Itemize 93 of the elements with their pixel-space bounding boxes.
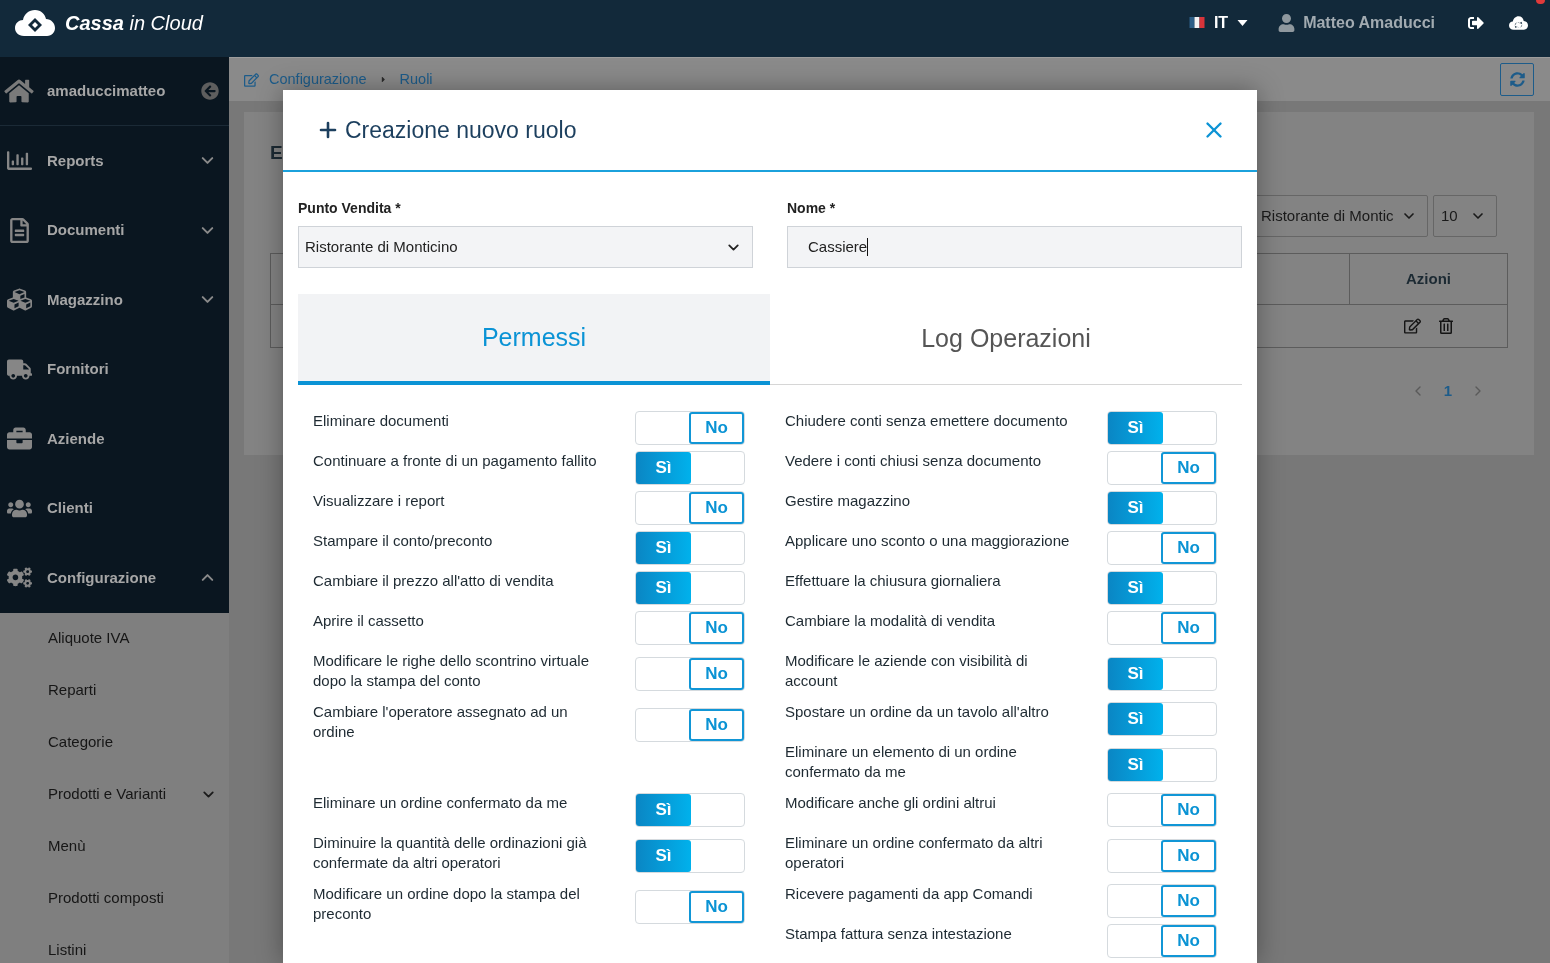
cloud-icon[interactable] xyxy=(1509,15,1528,30)
toggle-switch[interactable]: No xyxy=(635,611,745,645)
toggle-switch[interactable]: Sì xyxy=(635,451,745,485)
submenu-item[interactable]: Prodotti e Varianti xyxy=(0,768,229,821)
permission-label: Stampa fattura senza intestazione xyxy=(785,924,1013,944)
submenu-item[interactable]: Reparti xyxy=(0,664,229,717)
submenu-item[interactable]: Menù xyxy=(0,820,229,873)
toggle-switch[interactable]: Sì xyxy=(1107,411,1217,445)
app-logo-text: Cassa in Cloud xyxy=(65,10,203,36)
permission-label: Spostare un ordine da un tavolo all'altro xyxy=(785,702,1050,722)
breadcrumb-link[interactable]: Configurazione xyxy=(269,68,367,91)
permission-label: Eliminare un ordine confermato da me xyxy=(313,793,569,813)
sidebar-item[interactable]: Fornitori xyxy=(0,334,229,404)
page-title: E xyxy=(270,141,283,165)
toggle-switch[interactable]: No xyxy=(1107,924,1217,958)
submenu-item[interactable]: Categorie xyxy=(0,716,229,769)
toggle-switch[interactable]: Sì xyxy=(1107,571,1217,605)
caret-right-icon xyxy=(380,75,386,84)
submenu-item[interactable]: Aliquote IVA xyxy=(0,612,229,665)
field-label: Punto Vendita * xyxy=(298,199,401,218)
cloud-logo-icon xyxy=(15,8,55,37)
home-icon[interactable] xyxy=(4,78,34,104)
logout-icon[interactable] xyxy=(1467,14,1485,31)
user-icon xyxy=(1278,13,1296,32)
submenu-item[interactable]: Listini xyxy=(0,924,229,963)
permission-label: Diminuire la quantità delle ordinazioni già confermate da altri operatori xyxy=(313,833,588,873)
permission-label: Gestire magazzino xyxy=(785,491,912,511)
permission-label: Stampare il conto/preconto xyxy=(313,531,494,551)
sidebar-item[interactable]: Aziende xyxy=(0,404,229,474)
field-label: Nome * xyxy=(787,199,836,218)
permission-label: Modificare un ordine dopo la stampa del preconto xyxy=(313,884,581,924)
toggle-switch[interactable]: Sì xyxy=(635,793,745,827)
toggle-switch[interactable]: No xyxy=(635,411,745,445)
refresh-icon xyxy=(1509,72,1525,87)
toggle-switch[interactable]: Sì xyxy=(1107,702,1217,736)
language-selector[interactable]: IT xyxy=(1188,10,1249,35)
toggle-switch[interactable]: Sì xyxy=(1107,747,1217,782)
permission-label: Vedere i conti chiusi senza documento xyxy=(785,451,1042,471)
caret-down-icon xyxy=(1237,19,1249,26)
permission-label: Modificare le aziende con visibilità di account xyxy=(785,651,1029,691)
account-name: amaduccimatteo xyxy=(47,80,167,101)
toggle-switch[interactable]: No xyxy=(635,707,745,742)
trash-icon[interactable] xyxy=(1439,318,1453,334)
flag-icon xyxy=(1188,17,1205,28)
tab[interactable]: Permessi xyxy=(298,294,770,385)
sidebar-item[interactable]: Documenti xyxy=(0,195,229,265)
toggle-switch[interactable]: No xyxy=(1107,611,1217,645)
permission-label: Continuare a fronte di un pagamento fallito xyxy=(313,451,598,471)
sidebar-item[interactable]: Reports xyxy=(0,126,229,196)
toggle-switch[interactable]: No xyxy=(635,491,745,525)
toggle-switch[interactable]: No xyxy=(1107,531,1217,565)
permission-label: Visualizzare i report xyxy=(313,491,446,511)
edit-icon[interactable] xyxy=(1404,318,1421,334)
permission-label: Eliminare documenti xyxy=(313,411,450,431)
sidebar-item[interactable]: Magazzino xyxy=(0,265,229,335)
submenu-item[interactable]: Prodotti composti xyxy=(0,872,229,925)
permission-label: Eliminare un ordine confermato da altri operatori xyxy=(785,833,1044,873)
permission-label: Ricevere pagamenti da app Comandi xyxy=(785,884,1034,904)
toggle-switch[interactable]: No xyxy=(635,889,745,924)
permission-label: Modificare anche gli ordini altrui xyxy=(785,793,997,813)
permission-label: Chiudere conti senza emettere documento xyxy=(785,411,1069,431)
toggle-switch[interactable]: No xyxy=(1107,451,1217,485)
toggle-switch[interactable]: No xyxy=(1107,793,1217,827)
toggle-switch[interactable]: No xyxy=(1107,884,1217,918)
user-menu[interactable]: Matteo Amaducci xyxy=(1278,10,1435,35)
toggle-switch[interactable]: Sì xyxy=(1107,656,1217,691)
toggle-switch[interactable]: Sì xyxy=(635,571,745,605)
permission-label: Modificare le righe dello scontrino virtuale dopo la stampa del conto xyxy=(313,651,590,691)
breadcrumb-link[interactable]: Ruoli xyxy=(399,68,433,91)
input-field[interactable]: Cassiere xyxy=(787,226,1242,268)
permission-label: Applicare uno sconto o una maggiorazione xyxy=(785,531,1071,551)
permission-label: Eliminare un elemento di un ordine confermato da me xyxy=(785,742,1018,782)
toggle-switch[interactable]: Sì xyxy=(1107,491,1217,525)
sidebar-item[interactable]: Clienti xyxy=(0,473,229,543)
collapse-sidebar-icon[interactable] xyxy=(201,82,219,100)
cubes-icon xyxy=(6,287,32,313)
edit-icon xyxy=(244,72,259,87)
dialog-title: Creazione nuovo ruolo xyxy=(345,115,577,145)
toggle-switch[interactable]: No xyxy=(635,656,745,691)
page-link[interactable]: 1 xyxy=(1443,379,1452,403)
sidebar-item[interactable]: Configurazione xyxy=(0,543,229,613)
permission-label: Effettuare la chiusura giornaliera xyxy=(785,571,1002,591)
permission-label: Cambiare la modalità di vendita xyxy=(785,611,997,631)
permission-label: Aprire il cassetto xyxy=(313,611,425,631)
permission-label: Cambiare il prezzo all'atto di vendita xyxy=(313,571,555,591)
toggle-switch[interactable]: No xyxy=(1107,838,1217,873)
toggle-switch[interactable]: Sì xyxy=(635,838,745,873)
column-header: Azioni xyxy=(1405,268,1452,289)
permission-label: Cambiare l'operatore assegnato ad un ordine xyxy=(313,702,569,742)
page-size-select[interactable]: 10 xyxy=(1433,195,1497,237)
toggle-switch[interactable]: Sì xyxy=(635,531,745,565)
briefcase-icon xyxy=(6,426,32,452)
select-field[interactable]: Ristorante di Monticino xyxy=(298,226,753,268)
